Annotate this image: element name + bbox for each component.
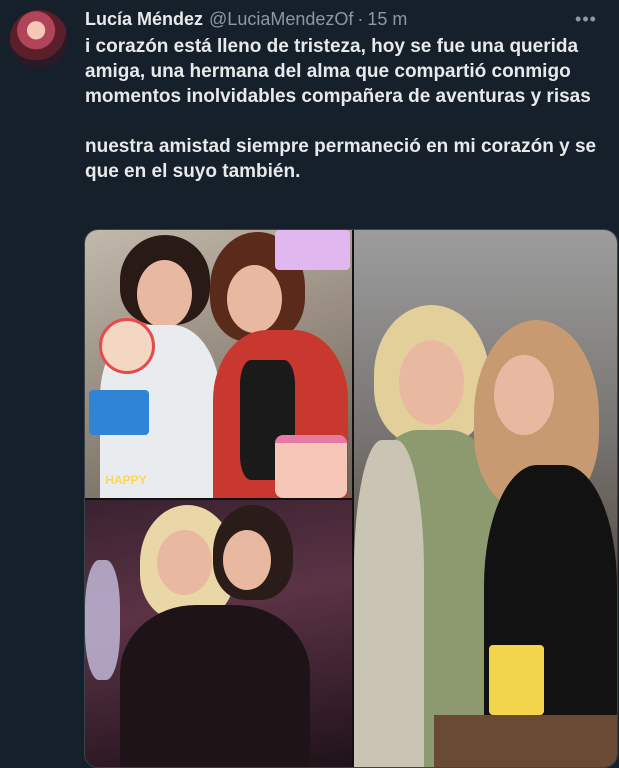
tweet-header: Lucía Méndez @LuciaMendezOf · 15 m ••• <box>85 6 599 32</box>
avatar[interactable] <box>10 10 68 68</box>
separator-dot: · <box>357 8 364 29</box>
tweet-paragraph-1: i corazón está lleno de tristeza, hoy se… <box>85 36 591 107</box>
user-handle[interactable]: @LuciaMendezOf <box>209 9 353 30</box>
tweet-media[interactable]: HAPPY <box>84 229 618 768</box>
clown-sticker <box>99 318 155 374</box>
more-options-icon[interactable]: ••• <box>573 6 599 32</box>
tweet[interactable]: Lucía Méndez @LuciaMendezOf · 15 m ••• i… <box>0 0 619 768</box>
gift-box-sticker <box>89 390 149 435</box>
cake-sticker <box>275 435 347 498</box>
timestamp[interactable]: 15 m <box>367 9 407 30</box>
display-name[interactable]: Lucía Méndez <box>85 9 203 30</box>
tweet-paragraph-2: nuestra amistad siempre permaneció en mi… <box>85 136 597 182</box>
tweet-text: i corazón está lleno de tristeza, hoy se… <box>85 34 615 184</box>
gift-sticker <box>275 230 350 270</box>
photo-collage-top-left[interactable]: HAPPY <box>85 230 352 498</box>
happy-sticker: HAPPY <box>105 473 147 487</box>
photo-collage-right[interactable] <box>354 230 617 767</box>
photo-collage-bottom-left[interactable] <box>85 500 352 767</box>
